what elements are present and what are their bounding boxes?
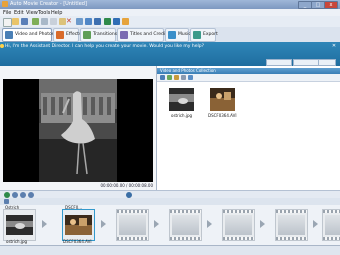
tab-label: Export xyxy=(203,32,218,37)
close-button[interactable]: x xyxy=(324,1,338,9)
window-title: Auto Movie Creator - [Untitled] xyxy=(10,1,87,7)
assistant-no-button[interactable] xyxy=(293,59,319,66)
export-icon xyxy=(193,31,201,39)
assistant-icon xyxy=(0,44,4,48)
save-icon[interactable] xyxy=(21,18,28,25)
preview-pane: 00:00:00.00 / 00:00:08.00 xyxy=(0,66,157,190)
assistant-bar: Hi, I'm the Assistant Director. I can he… xyxy=(0,42,340,66)
transition-slot[interactable] xyxy=(260,220,265,228)
tab-export[interactable]: Export xyxy=(190,28,218,42)
title-bar: Auto Movie Creator - [Untitled] _ □ x xyxy=(0,0,340,9)
paste-icon[interactable] xyxy=(59,18,66,25)
clip-thumbnail xyxy=(6,215,33,235)
transition-slot[interactable] xyxy=(313,220,318,228)
settings-icon[interactable] xyxy=(113,18,120,25)
tab-video-and-photos[interactable]: Video and Photos xyxy=(2,28,55,42)
transition-slot[interactable] xyxy=(154,220,159,228)
view-icon[interactable] xyxy=(181,75,186,80)
collection-title: Video and Photos Collection xyxy=(160,68,216,73)
collection-item-ostrich[interactable] xyxy=(169,88,194,111)
transition-slot[interactable] xyxy=(207,220,212,228)
preview-screen xyxy=(3,79,153,182)
collection-item-dscf0364[interactable] xyxy=(210,88,235,111)
open-icon[interactable] xyxy=(12,18,19,25)
storyboard-clip-2[interactable] xyxy=(62,209,95,241)
collection-toolbar xyxy=(157,74,340,82)
delete-icon[interactable]: ✕ xyxy=(66,18,72,25)
storyboard-empty-slot[interactable] xyxy=(222,209,255,241)
storyboard-empty-slot[interactable] xyxy=(169,209,202,241)
preview-image xyxy=(39,79,117,182)
thumbnail-image xyxy=(210,88,235,111)
assistant-more-button[interactable] xyxy=(318,59,336,66)
storyboard-toolbar xyxy=(0,198,340,205)
play-icon[interactable] xyxy=(104,18,111,25)
back-icon[interactable] xyxy=(160,75,165,80)
preview-time: 00:00:00.00 / 00:00:08.00 xyxy=(100,183,153,188)
tab-effects[interactable]: Effects xyxy=(53,28,82,42)
effects-icon xyxy=(56,31,64,39)
tab-music[interactable]: Music xyxy=(165,28,191,42)
forward-icon[interactable] xyxy=(167,75,172,80)
collection-pane: Video and Photos Collection ostrich.jpg … xyxy=(157,66,340,190)
assistant-yes-button[interactable] xyxy=(266,59,292,66)
menu-bar: File Edit View Tools Help xyxy=(0,9,340,16)
music-icon xyxy=(168,31,176,39)
transition-slot[interactable] xyxy=(42,220,47,228)
storyboard-empty-slot[interactable] xyxy=(116,209,149,241)
storyboard-empty-slot[interactable] xyxy=(275,209,308,241)
folder-icon[interactable] xyxy=(174,75,179,80)
storyboard-empty-slot[interactable] xyxy=(322,209,340,241)
assistant-message: Hi, I'm the Assistant Director. I can he… xyxy=(5,44,204,49)
transitions-icon xyxy=(83,31,91,39)
storyboard: Ostrich DSCF0... ostrich.jpg DSCF0364.AV… xyxy=(0,205,340,245)
maximize-button[interactable]: □ xyxy=(311,1,325,9)
import-icon[interactable] xyxy=(32,18,39,25)
copy-icon[interactable] xyxy=(50,18,57,25)
tab-label: Music xyxy=(178,32,191,37)
tab-label: Transitions xyxy=(93,32,118,37)
tab-label: Titles and Credits xyxy=(130,32,170,37)
collection-item-label: DSCF0364.AVI xyxy=(208,113,237,118)
storyboard-clip-1[interactable] xyxy=(3,209,36,241)
tab-titles-and-credits[interactable]: Titles and Credits xyxy=(117,28,169,42)
app-icon xyxy=(2,1,8,7)
new-icon[interactable] xyxy=(3,18,12,27)
redo-icon[interactable] xyxy=(85,18,92,25)
help-icon[interactable] xyxy=(122,18,129,25)
minimize-button[interactable]: _ xyxy=(298,1,312,9)
transition-slot[interactable] xyxy=(101,220,106,228)
tab-transitions[interactable]: Transitions xyxy=(80,28,118,42)
close-icon[interactable]: ✕ xyxy=(331,43,337,49)
film-icon xyxy=(5,31,13,39)
thumbnail-image xyxy=(169,88,194,111)
clip-filename: DSCF0364.AVI xyxy=(63,239,92,244)
undo-icon[interactable] xyxy=(76,18,83,25)
task-tabs: Video and Photos Effects Transitions Tit… xyxy=(0,27,340,43)
tab-label: Video and Photos xyxy=(15,32,55,37)
split-icon[interactable] xyxy=(94,18,101,25)
sort-icon[interactable] xyxy=(188,75,193,80)
titles-icon xyxy=(120,31,128,39)
clip-filename: ostrich.jpg xyxy=(6,239,28,244)
collection-item-label: ostrich.jpg xyxy=(171,113,193,118)
cut-icon[interactable] xyxy=(41,18,48,25)
storyboard-view-icon[interactable] xyxy=(4,199,9,204)
tab-label: Effects xyxy=(66,32,82,37)
clip-thumbnail xyxy=(65,215,92,235)
